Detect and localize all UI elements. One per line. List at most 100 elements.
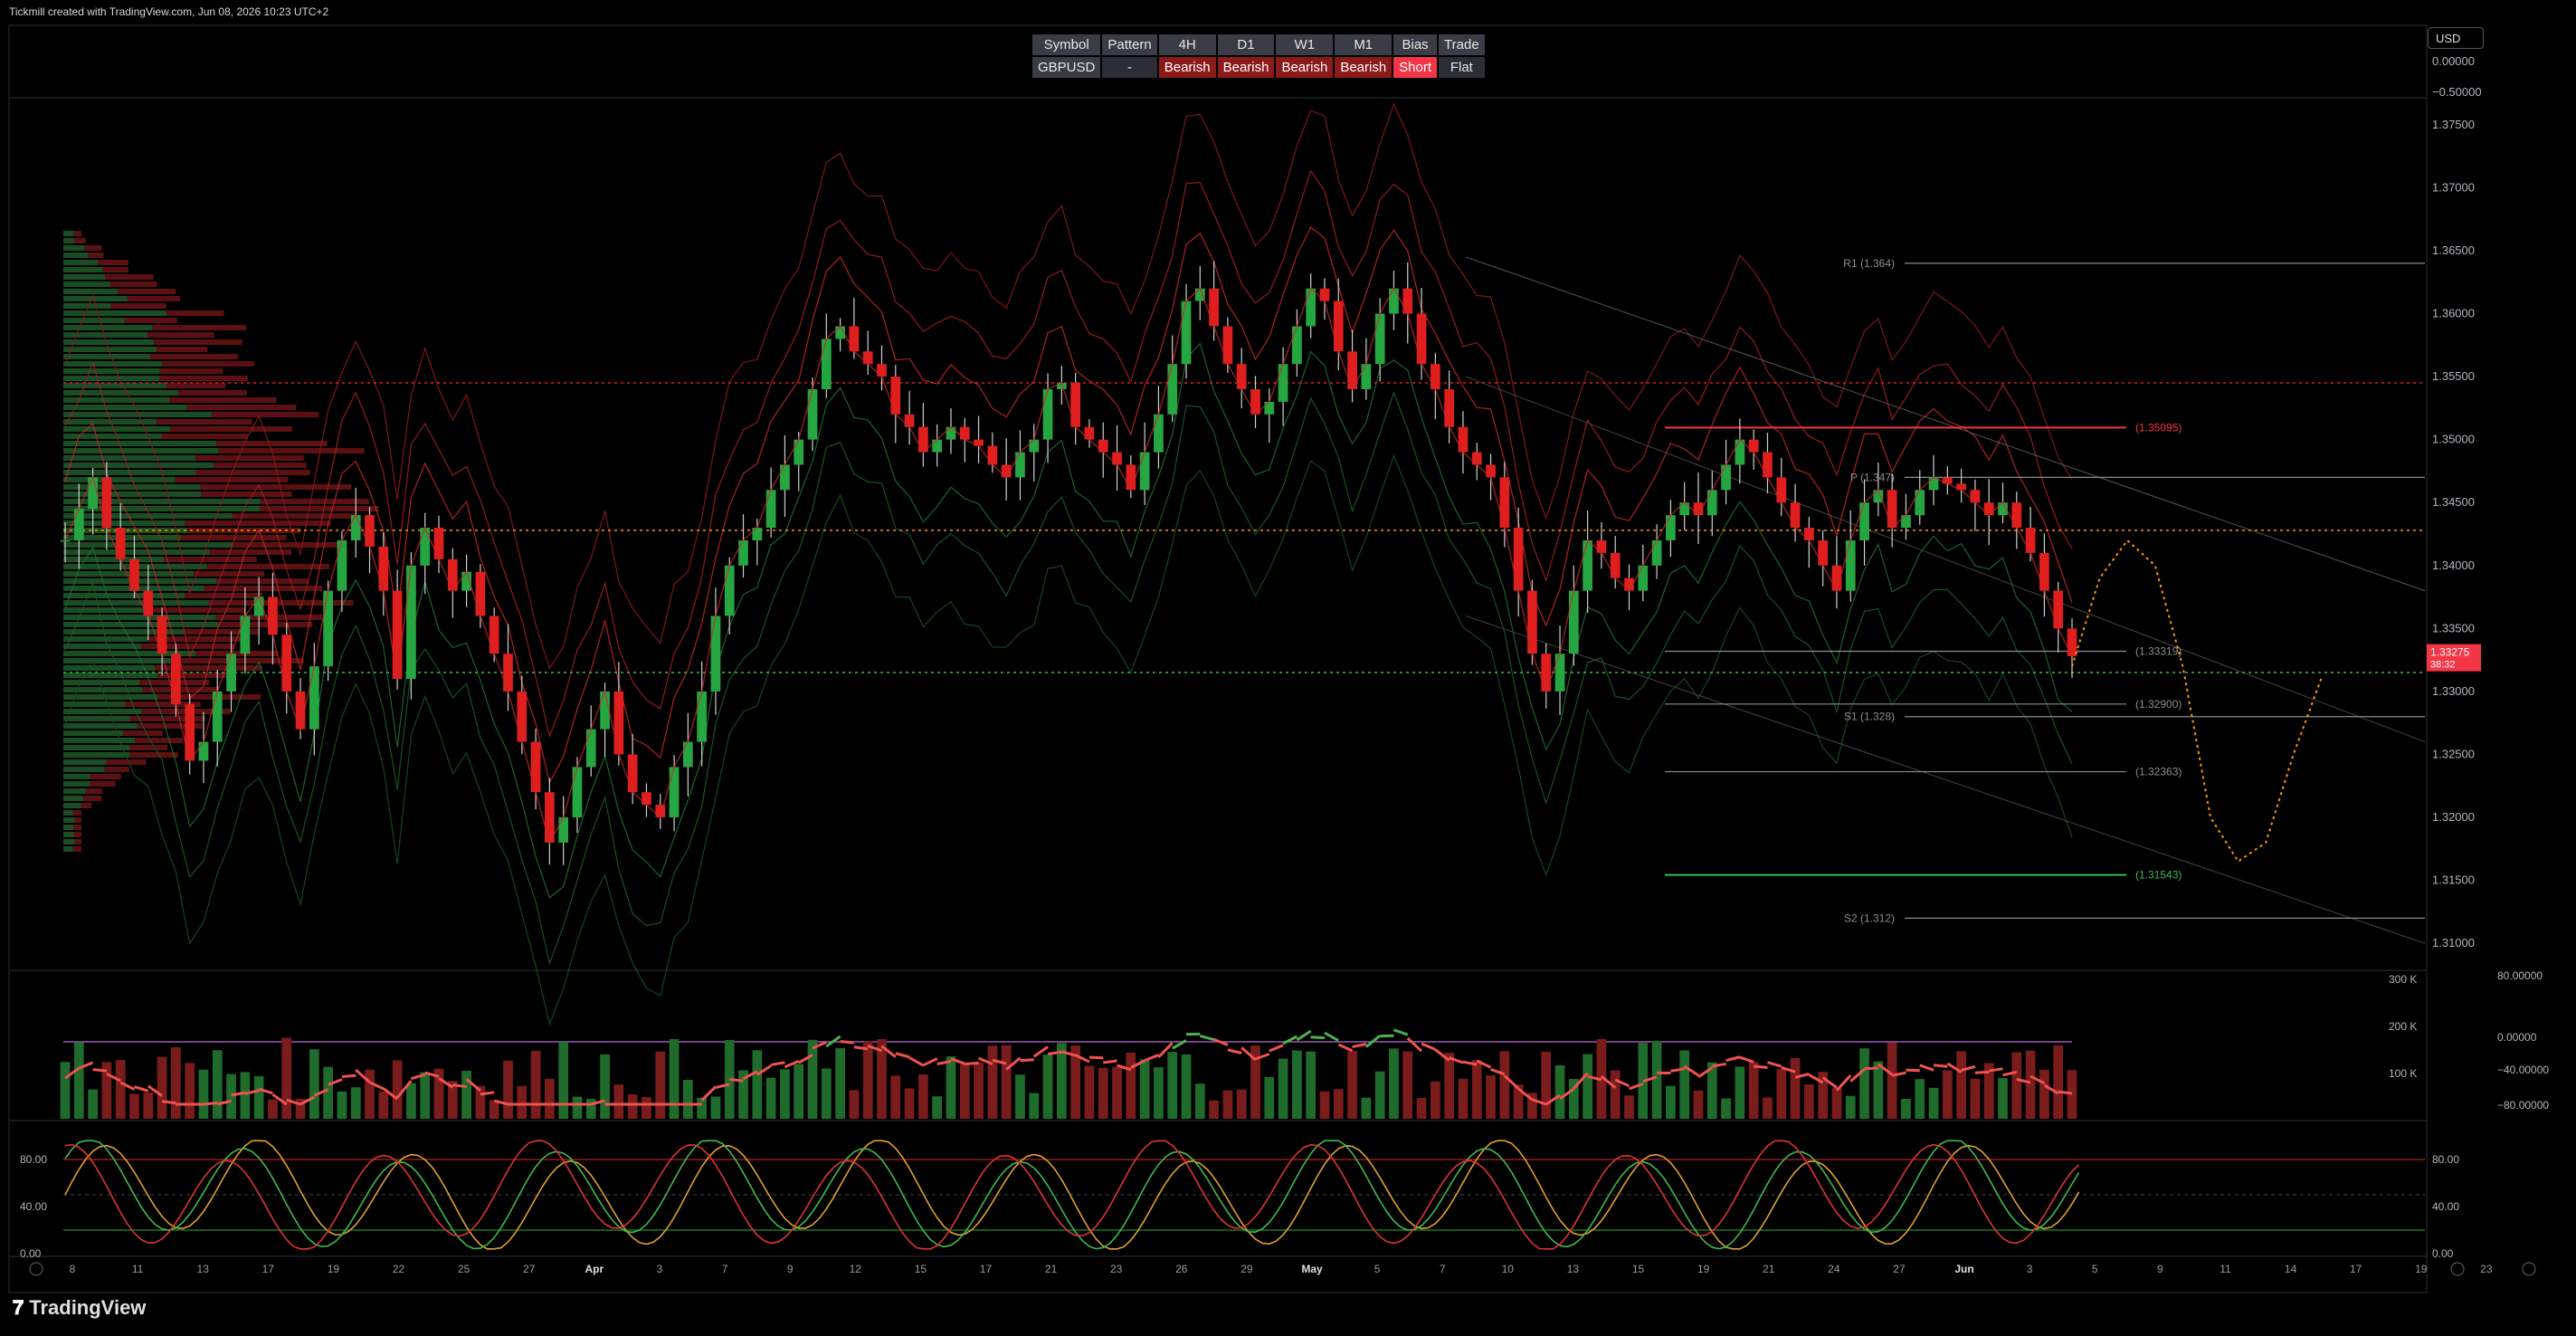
tradingview-logo[interactable]: 𝟕 TradingView [13, 1296, 146, 1320]
candle-body [987, 445, 998, 465]
candle-body [101, 477, 112, 529]
volume-profile-bar-sell [185, 520, 331, 526]
volume-profile-bar-buy [63, 694, 158, 700]
volume-profile-bar-sell [195, 651, 279, 656]
candle-body [1915, 490, 1925, 516]
volume-axis-tick: 200 K [2389, 1020, 2417, 1033]
volume-profile-bar-buy [63, 730, 124, 736]
volume-profile-bar-buy [63, 405, 187, 410]
volume-profile-bar-buy [63, 463, 214, 468]
volume-profile-bar-sell [72, 810, 81, 816]
candle-body [1901, 515, 1911, 529]
volume-profile-bar-sell [72, 846, 81, 852]
chart-canvas[interactable]: 1.37500 1.37000 1.36500 1.36000 1.35500 1.350… [0, 0, 2576, 1336]
candle-body [1278, 364, 1288, 402]
volume-bar [1098, 1067, 1108, 1119]
candle-body [1209, 288, 1219, 327]
price-level-label: (1.35095) [2135, 421, 2182, 434]
price-level-label: R1 (1.364) [1843, 257, 1895, 270]
volume-bar [1319, 1091, 1330, 1119]
volume-bar [1486, 1075, 1496, 1119]
oscillator-segment [1020, 1058, 1034, 1063]
volume-bar [655, 1051, 666, 1119]
volume-bar [1389, 1048, 1399, 1119]
time-axis-label: 3 [657, 1263, 663, 1275]
volume-bar [1735, 1066, 1745, 1119]
volume-bar [1693, 1090, 1704, 1119]
candle-body [433, 528, 444, 559]
volume-profile-bar-buy [63, 817, 75, 823]
candle-body [1181, 301, 1192, 365]
volume-profile-bar-buy [63, 448, 219, 453]
volume-profile-bar-buy [63, 607, 151, 613]
tradingview-logo-icon: 𝟕 [13, 1296, 24, 1319]
volume-profile-bar-buy [63, 289, 118, 294]
oscillator-segment [134, 1085, 149, 1093]
candle-body [129, 558, 139, 591]
volume-bar [585, 1098, 596, 1119]
candle-body [2067, 628, 2077, 656]
candle-body [115, 528, 126, 559]
volume-profile-bar-sell [81, 803, 92, 808]
volume-profile-bar-sell [74, 839, 81, 845]
price-tick-label: 1.31500 [2432, 873, 2475, 887]
volume-bar [1583, 1054, 1592, 1119]
axis-corner-icon [29, 1262, 43, 1276]
oscillator-segment [908, 1056, 925, 1067]
candle-body [198, 741, 209, 761]
time-axis-label: 27 [1893, 1263, 1906, 1275]
volume-bar [420, 1072, 431, 1119]
volume-bar [309, 1049, 319, 1119]
volume-bar [959, 1064, 970, 1119]
volume-profile-bar-sell [123, 730, 163, 736]
candle-body [517, 691, 528, 742]
candle-body [1098, 439, 1108, 453]
time-axis-label: 7 [1440, 1263, 1446, 1275]
volume-profile-bar-buy [63, 615, 216, 620]
volume-profile-bar-buy [63, 318, 125, 323]
candle-body [1306, 288, 1317, 327]
oscillator-segment [1088, 1055, 1104, 1060]
volume-bar [530, 1050, 541, 1119]
volume-profile-bar-sell [88, 253, 104, 258]
candle-body [2053, 590, 2064, 629]
time-axis-label: Apr [585, 1263, 604, 1275]
time-axis-label: 29 [1240, 1263, 1253, 1275]
time-axis-label: 9 [2157, 1263, 2163, 1275]
candle-body [1583, 539, 1592, 591]
volume-profile-bar-sell [175, 477, 289, 482]
volume-bar [392, 1060, 403, 1119]
oscillator-segment [1337, 1043, 1354, 1053]
candle-body [1112, 452, 1122, 465]
volume-profile-bar-sell [216, 441, 328, 446]
lower-band-mid [64, 391, 2073, 966]
candle-body [1721, 464, 1731, 491]
candle-body [1638, 565, 1649, 591]
time-axis-label: 21 [1045, 1263, 1058, 1275]
candle-body [1292, 326, 1302, 365]
candle-body [1554, 654, 1565, 692]
volume-bar [503, 1060, 513, 1119]
oscillator-segment [1906, 1068, 1920, 1073]
candle-body [1402, 288, 1413, 314]
oscillator-segment [1393, 1028, 1409, 1036]
volume-profile-bar-buy [63, 260, 99, 265]
time-axis-label: 24 [1828, 1263, 1840, 1275]
candle-body [1610, 552, 1621, 578]
candle-body [794, 439, 804, 465]
candle-body [627, 754, 638, 793]
time-axis-label: 8 [70, 1263, 76, 1275]
candle-body [365, 515, 375, 547]
volume-profile-bar-sell [127, 296, 181, 301]
last-price-value: 1.33275 [2430, 646, 2470, 659]
volume-profile-bar-sell [85, 788, 103, 794]
candle-body [1139, 452, 1150, 491]
time-axis-label: 14 [2285, 1263, 2297, 1275]
volume-profile-bar-sell [154, 339, 242, 345]
candle-body [2039, 552, 2049, 591]
volume-profile-bar-buy [63, 803, 81, 808]
candle-body [849, 326, 860, 352]
volume-bar [1431, 1081, 1440, 1119]
volume-profile-bar-sell [74, 238, 86, 243]
stoch-axis-tick-left: 80.00 [20, 1153, 47, 1166]
